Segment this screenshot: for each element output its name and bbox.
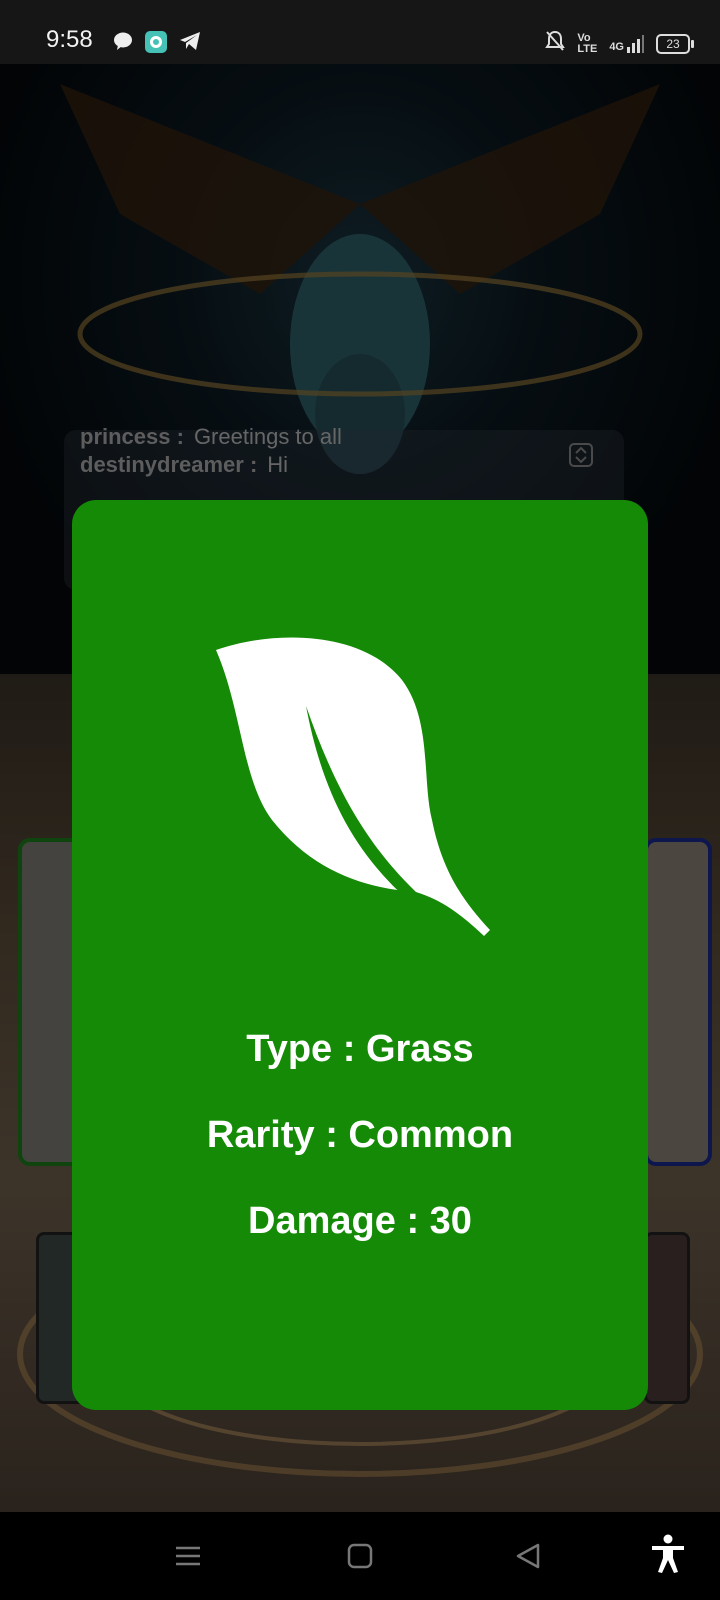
back-icon[interactable] [514, 1542, 542, 1575]
volte-icon: Vo LTE [577, 31, 598, 55]
leaf-icon [212, 630, 512, 950]
battery-icon: 23 [656, 33, 694, 54]
status-time: 9:58 [46, 26, 93, 53]
signal-icon: 4G [609, 34, 644, 53]
accessibility-icon[interactable] [650, 1534, 686, 1579]
telegram-icon [178, 30, 202, 59]
notification-icons [112, 30, 202, 59]
chat-bubble-icon [112, 30, 134, 59]
card-rarity: Rarity : Common [206, 1114, 514, 1156]
system-icons: Vo LTE 4G 23 [545, 30, 694, 57]
app-icon [144, 30, 168, 59]
navigation-bar [0, 1512, 720, 1600]
menu-icon[interactable] [174, 1542, 202, 1575]
card-damage: Damage : 30 [248, 1200, 472, 1242]
bell-off-icon [545, 30, 566, 57]
card-type: Type : Grass [246, 1028, 474, 1070]
signal-label: 4G [609, 40, 624, 53]
home-icon[interactable] [346, 1542, 374, 1575]
card-detail-modal: Type : Grass Rarity : Common Damage : 30 [72, 500, 648, 1410]
status-bar: 9:58 Vo LTE 4G 23 [0, 0, 720, 64]
